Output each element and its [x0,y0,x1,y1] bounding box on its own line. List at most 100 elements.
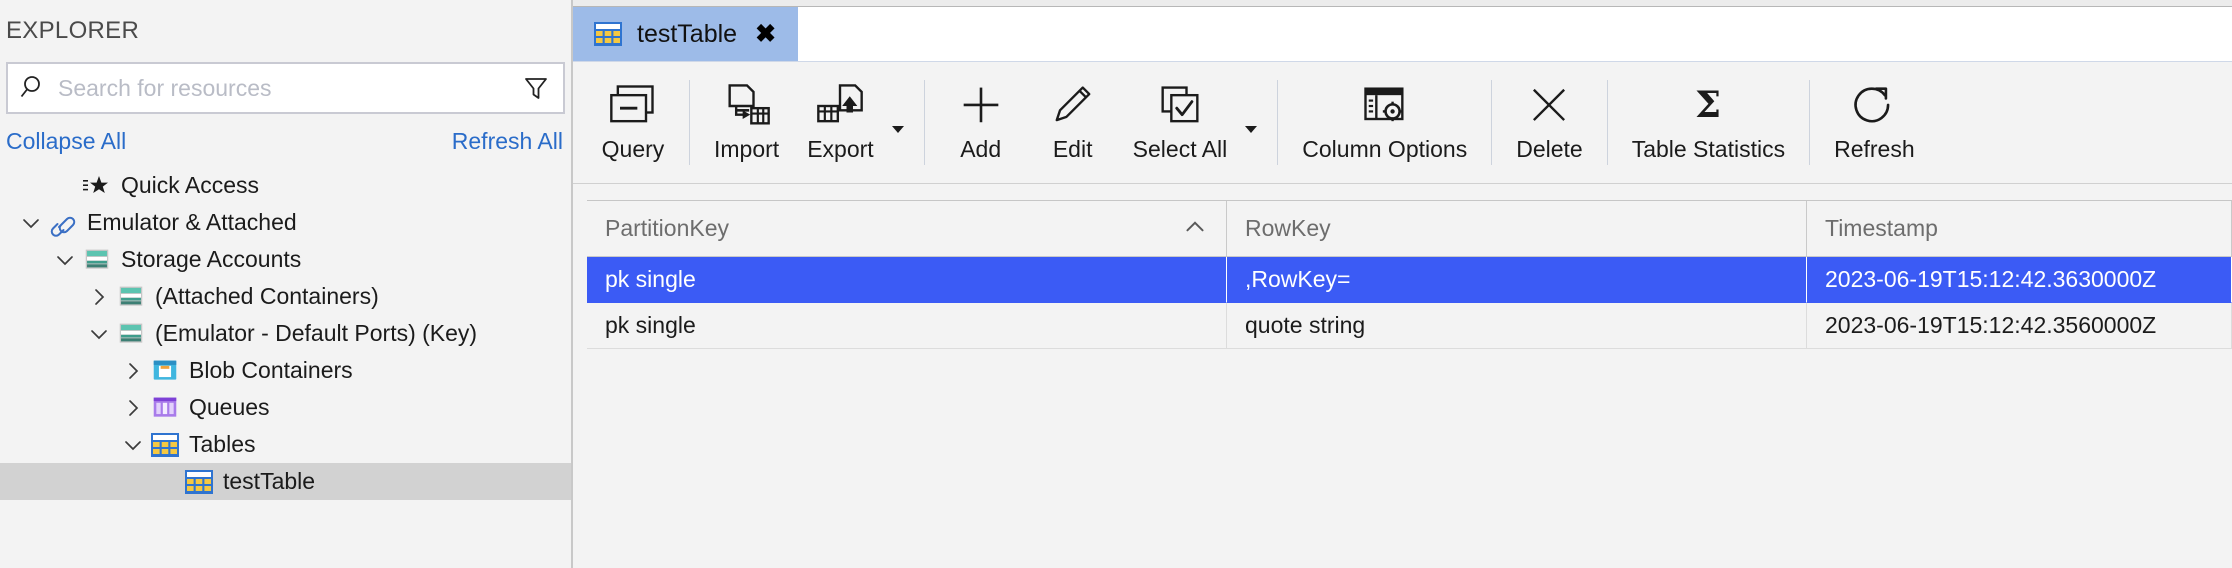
toolbar-group: Column Options [1288,62,1481,183]
tree-item-label: Blob Containers [189,357,353,383]
toolbar-button-label: Select All [1132,136,1228,162]
table-row[interactable]: pk single quote string 2023-06-19T15:12:42… [587,303,2232,349]
tree-item-label: Quick Access [121,172,260,198]
toolbar-button-label: Column Options [1302,136,1468,162]
table-icon [593,21,623,47]
toolbar-select-all-dropdown-caret-icon[interactable] [1241,62,1267,183]
toolbar-button-label: Table Statistics [1631,136,1786,162]
toolbar-separator [1809,80,1811,165]
toolbar-button-label: Export [807,136,874,162]
refresh-all-button[interactable]: Refresh All [452,128,563,155]
queue-icon [150,393,180,423]
grid-column-header-timestamp[interactable]: Timestamp [1807,201,2232,257]
table-cell[interactable]: pk single [587,303,1227,349]
table-row[interactable]: pk single ,RowKey= 2023-06-19T15:12:42.363… [587,257,2232,303]
chevron-right-icon[interactable] [116,354,150,388]
chevron-down-icon[interactable] [48,243,82,277]
toolbar-button-label: Add [960,136,1002,162]
toolbar-export-dropdown-caret-icon[interactable] [888,62,914,183]
chevron-right-icon[interactable] [116,391,150,425]
collapse-all-button[interactable]: Collapse All [6,128,126,155]
query-window-icon [607,80,659,132]
svg-text:Σ: Σ [1695,82,1721,126]
toolbar-group: Query [587,62,679,183]
tree-item-label: Queues [189,394,270,420]
toolbar-separator [1277,80,1279,165]
grid-column-header-label: PartitionKey [605,215,730,241]
toolbar-refresh-button[interactable]: Refresh [1820,62,1929,183]
toolbar-query-button[interactable]: Query [587,62,679,183]
tree-item-label: testTable [223,468,316,494]
search-input[interactable] [48,74,521,102]
toolbar-delete-button[interactable]: Delete [1502,62,1596,183]
sort-ascending-icon[interactable] [1182,213,1208,245]
tab-label: testTable [637,19,738,48]
chevron-down-icon[interactable] [14,206,48,240]
grid-container: PartitionKey RowKey Timestamp pk single ,Ro… [573,184,2232,568]
toolbar-button-label: Refresh [1834,136,1915,162]
blob-container-icon [150,356,180,386]
toolbar-table-statistics-button[interactable]: Σ Table Statistics [1618,62,1799,183]
toolbar-button-label: Delete [1516,136,1583,162]
tree-item-emulator-default-ports-key[interactable]: (Emulator - Default Ports) (Key) [0,315,571,352]
search-box[interactable] [6,62,565,114]
column-options-icon [1359,80,1411,132]
resource-tree: Quick Access Emulator & Attached Storage A… [0,165,571,568]
export-icon [814,80,866,132]
toolbar-group: Delete [1502,62,1596,183]
toolbar-group: Σ Table Statistics [1618,62,1799,183]
toolbar-group: Add Edit Select All [935,62,1268,183]
tabstrip: testTable ✖ [573,0,2232,62]
search-container [0,62,571,114]
toolbar-separator [689,80,690,165]
select-all-icon [1154,80,1206,132]
quick-access-star-icon [82,171,112,201]
table-cell[interactable]: quote string [1227,303,1807,349]
import-icon [721,80,773,132]
toolbar-column-options-button[interactable]: Column Options [1288,62,1481,183]
tab-close-icon[interactable]: ✖ [751,21,780,47]
toolbar-edit-button[interactable]: Edit [1027,62,1119,183]
grid-column-header-label: RowKey [1245,215,1331,241]
toolbar-select-all-button[interactable]: Select All [1119,62,1242,183]
toolbar-separator [1606,80,1608,165]
plus-icon [955,80,1007,132]
toolbar-import-button[interactable]: Import [700,62,793,183]
grid-column-header-partitionkey[interactable]: PartitionKey [587,201,1227,257]
storage-account-icon [116,282,146,312]
tree-item-label: Storage Accounts [121,246,302,272]
sigma-icon: Σ [1682,80,1734,132]
tree-item-label: Tables [189,431,256,457]
table-cell[interactable]: 2023-06-19T15:12:42.3560000Z [1807,303,2232,349]
chevron-right-icon[interactable] [82,280,116,314]
table-icon [184,467,214,497]
tree-item-label: (Attached Containers) [155,283,379,309]
toolbar-button-label: Import [714,136,780,162]
tree-item-queues[interactable]: Queues [0,389,571,426]
tree-item-emulator-attached[interactable]: Emulator & Attached [0,204,571,241]
explorer-title: EXPLORER [0,0,571,62]
table-cell[interactable]: ,RowKey= [1227,257,1807,303]
tree-item-attached-containers[interactable]: (Attached Containers) [0,278,571,315]
table-cell[interactable]: pk single [587,257,1227,303]
x-cross-icon [1523,80,1575,132]
toolbar-add-button[interactable]: Add [935,62,1027,183]
tree-item-storage-accounts[interactable]: Storage Accounts [0,241,571,278]
main-panel: testTable ✖ Query Import Export Add Edit Selec… [573,0,2232,568]
chevron-down-icon[interactable] [82,317,116,351]
table-cell[interactable]: 2023-06-19T15:12:42.3630000Z [1807,257,2232,303]
tree-item-blob-containers[interactable]: Blob Containers [0,352,571,389]
tree-item-tables[interactable]: Tables [0,426,571,463]
tree-item-quick-access[interactable]: Quick Access [0,167,571,204]
toolbar-export-button[interactable]: Export [793,62,887,183]
tab-testTable[interactable]: testTable ✖ [573,7,799,61]
search-icon [18,73,48,103]
toolbar-group: Import Export [700,62,914,183]
chevron-down-icon[interactable] [116,428,150,462]
tree-item-testtable[interactable]: testTable [0,463,571,500]
toolbar-separator [1491,80,1493,165]
filter-funnel-icon[interactable] [521,73,551,103]
grid-column-header-rowkey[interactable]: RowKey [1227,201,1807,257]
